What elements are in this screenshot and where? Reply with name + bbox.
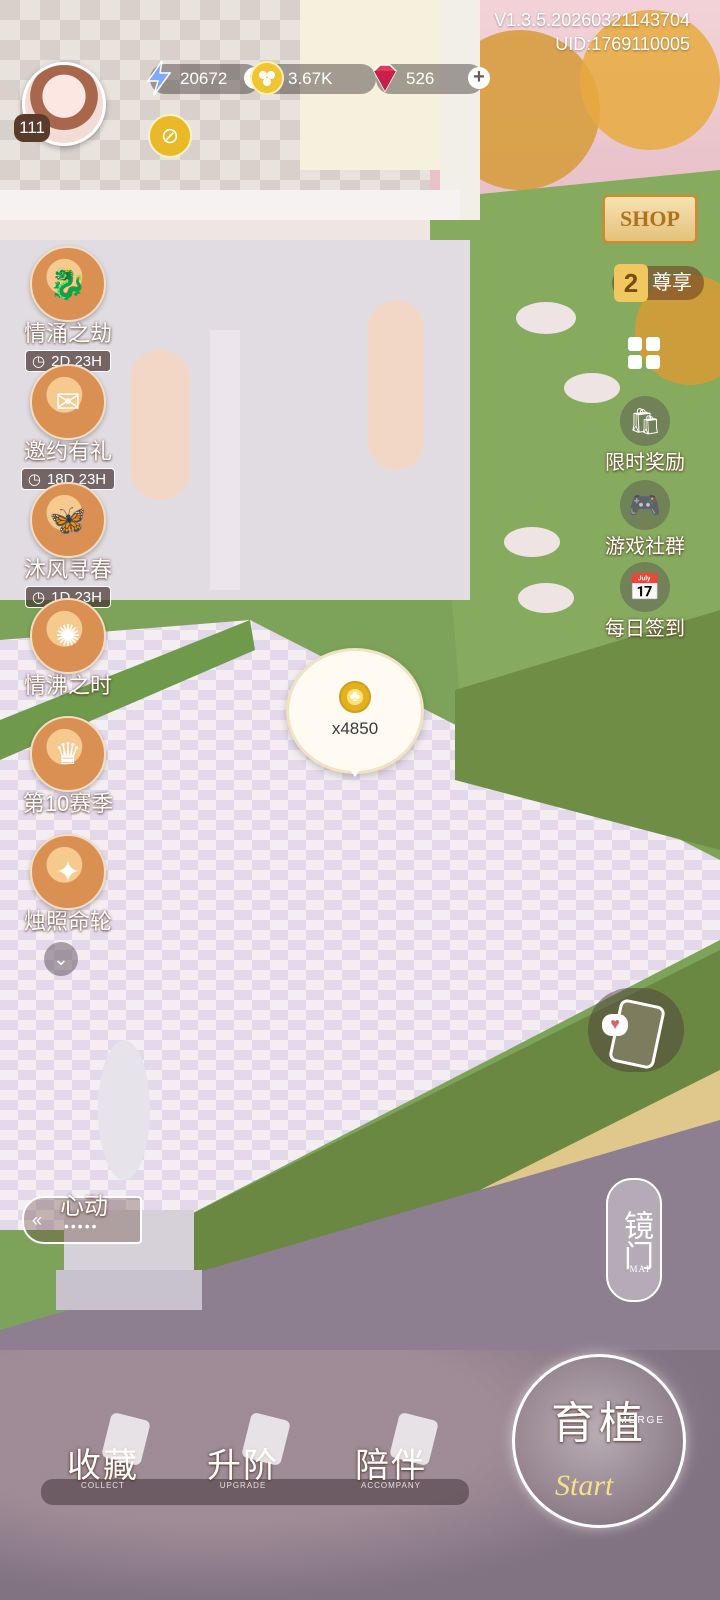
heart-icon: ♥ (602, 1014, 628, 1036)
clover-coin-icon: ♣ (339, 681, 371, 713)
gem-counter[interactable]: 526 + (373, 64, 490, 94)
gift-bag-icon: 🛍 (620, 396, 670, 446)
flower-burst-icon: ✺ (30, 598, 106, 674)
event-qingfei[interactable]: ✺ 情沸之时 (20, 598, 116, 700)
calendar-icon: 📅 (620, 562, 670, 612)
dots-decoration: ••••• (64, 1218, 99, 1234)
butterfly-box-icon: 🦋 (30, 482, 106, 558)
limited-reward-label: 限时奖励 (605, 452, 685, 474)
event-yaoyue[interactable]: ✉ 邀约有礼 ◷ 18D 23H (20, 364, 116, 490)
letter-icon: ✉ (30, 364, 106, 440)
xindong-label: 心动 (60, 1193, 108, 1220)
daily-signin-button[interactable]: 📅 每日签到 (590, 562, 700, 641)
dragon-icon: 🐉 (30, 246, 106, 322)
event-season[interactable]: ♛ 第10赛季 (20, 716, 116, 818)
coin-value: 3.67K (288, 69, 333, 88)
chevron-down-icon: ⌄ (53, 949, 69, 969)
menu-grid-icon[interactable] (628, 337, 660, 369)
uid-text: UID:1769110005 (555, 34, 690, 54)
mirror-gate-button[interactable]: 镜门 MAP (606, 1178, 662, 1302)
add-gem-button[interactable]: + (468, 67, 490, 89)
version-info: V1.3.5.20260321143704 UID:1769110005 (494, 8, 690, 56)
nav-accompany[interactable]: 陪伴 ACCOMPANY (336, 1411, 446, 1490)
vip-label: 尊享 (652, 272, 692, 294)
version-text: V1.3.5.20260321143704 (494, 10, 690, 30)
nav-accompany-en: ACCOMPANY (361, 1481, 421, 1490)
double-left-arrow-icon: « (32, 1210, 42, 1230)
coin-quantity: x4850 (331, 719, 379, 738)
nav-collect-en: COLLECT (81, 1481, 125, 1490)
event-mufeng[interactable]: 🦋 沐风寻春 ◷ 1D 23H (20, 482, 116, 608)
coin-collect-bubble[interactable]: ♣ x4850 (286, 648, 424, 777)
vip-badge[interactable]: 2 尊享 (612, 264, 704, 302)
community-button[interactable]: 🎮 游戏社群 (590, 480, 700, 559)
gamepad-icon: 🎮 (620, 480, 670, 530)
gem-value: 526 (406, 69, 435, 88)
crown-icon: ♛ (30, 716, 106, 792)
shop-button[interactable]: SHOP (602, 194, 698, 244)
limited-reward-button[interactable]: 🛍 限时奖励 (590, 396, 700, 475)
phone-message-button[interactable]: ♥ (588, 988, 684, 1072)
daily-signin-label: 每日签到 (605, 618, 685, 640)
event-zhuzhao[interactable]: ✦ 烛照命轮 (20, 834, 116, 936)
coin-counter[interactable]: 3.67K (250, 61, 376, 95)
ruby-icon (373, 64, 397, 93)
start-label: Start (555, 1469, 614, 1502)
mirror-gate-map-label: MAP (629, 1264, 652, 1274)
clover-coin-icon (250, 61, 284, 95)
merge-label: MERGE (618, 1415, 665, 1426)
community-label: 游戏社群 (605, 536, 685, 558)
player-level-badge: 111 (14, 114, 50, 142)
xindong-button[interactable]: 心动 « ••••• (22, 1193, 142, 1244)
lightning-icon (146, 60, 172, 96)
event-qingyong[interactable]: 🐉 情涌之劫 ◷ 2D 23H (20, 246, 116, 372)
merge-start-button[interactable]: 育植 MERGE Start (512, 1354, 686, 1528)
star-wheel-icon: ✦ (30, 834, 106, 910)
vip-level: 2 (614, 264, 648, 302)
energy-value: 20672 (180, 69, 228, 88)
no-boost-icon[interactable]: ⊘ (148, 114, 192, 158)
nav-upgrade-en: UPGRADE (219, 1481, 267, 1490)
energy-counter[interactable]: 20672 + (146, 60, 266, 96)
expand-events-button[interactable]: ⌄ (44, 942, 78, 976)
nav-upgrade[interactable]: 升阶 UPGRADE (188, 1411, 298, 1490)
nav-collect[interactable]: 收藏 COLLECT (48, 1411, 158, 1490)
